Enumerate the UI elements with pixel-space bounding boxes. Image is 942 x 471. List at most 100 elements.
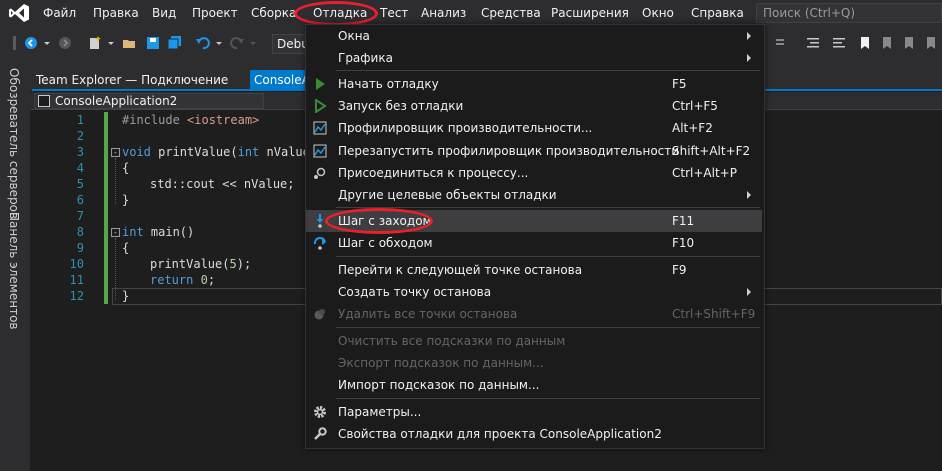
menu-item-label: Профилировщик производительности... xyxy=(338,121,593,135)
menu-item-attach-to-process[interactable]: Присоединиться к процессу... Ctrl+Alt+P xyxy=(306,162,762,184)
code-line-8: int main() xyxy=(122,224,194,240)
dropdown-arrow-icon[interactable] xyxy=(212,36,226,50)
collapse-icon[interactable]: - xyxy=(111,228,120,237)
menu-item-windows[interactable]: Окна xyxy=(306,25,762,47)
redo-icon[interactable] xyxy=(230,36,244,50)
menu-item-delete-all-breakpoints[interactable]: Удалить все точки останова Ctrl+Shift+F9 xyxy=(306,303,762,325)
code-line-1: #include <iostream> xyxy=(122,112,259,128)
menu-separator xyxy=(336,327,760,328)
code-token: ; xyxy=(207,273,216,287)
menu-project[interactable]: Проект xyxy=(192,6,238,20)
fold-guide xyxy=(115,238,116,300)
menu-item-new-breakpoint[interactable]: Создать точку останова xyxy=(306,281,762,303)
collapse-icon[interactable]: - xyxy=(111,148,120,157)
save-icon[interactable] xyxy=(146,36,160,50)
menu-build[interactable]: Сборка xyxy=(251,6,296,20)
line-number: 7 xyxy=(76,209,84,223)
grip-icon xyxy=(13,36,16,50)
bookmark-clear-icon[interactable] xyxy=(924,36,938,50)
submenu-arrow-icon xyxy=(747,191,751,199)
code-token: void xyxy=(122,145,151,159)
menu-item-relaunch-profiler[interactable]: Перезапустить профилировщик производител… xyxy=(306,140,762,162)
menu-help[interactable]: Справка xyxy=(691,6,744,20)
dropdown-arrow-icon[interactable] xyxy=(104,36,118,50)
toolbox-tab[interactable]: Панель элементов xyxy=(4,212,24,330)
undo-icon[interactable] xyxy=(196,36,210,50)
uncomment-icon[interactable] xyxy=(832,36,846,50)
profiler-icon xyxy=(313,121,327,135)
menu-item-step-over[interactable]: Шаг с обходом F10 xyxy=(306,232,762,254)
tab-console-application[interactable]: ConsoleAp xyxy=(250,70,310,90)
bookmark-next-icon[interactable] xyxy=(902,36,916,50)
menu-item-shortcut: F11 xyxy=(672,214,695,228)
line-number: 8 xyxy=(76,225,84,239)
menu-item-shortcut: F5 xyxy=(672,77,687,91)
play-icon xyxy=(316,78,325,90)
project-icon xyxy=(38,95,50,107)
menu-item-label: Экспорт подсказок по данным... xyxy=(338,356,544,370)
menu-item-shortcut: F10 xyxy=(672,236,695,250)
menu-item-label: Запуск без отладки xyxy=(338,99,464,113)
line-number: 2 xyxy=(76,129,84,143)
line-number: 9 xyxy=(76,241,84,255)
comment-icon[interactable] xyxy=(806,36,820,50)
menu-item-graphics[interactable]: Графика xyxy=(306,47,762,69)
menu-file[interactable]: Файл xyxy=(43,6,76,20)
menu-view[interactable]: Вид xyxy=(152,6,176,20)
server-explorer-tab[interactable]: Обозреватель серверов xyxy=(4,68,24,219)
menu-item-label: Создать точку останова xyxy=(338,285,492,299)
menu-item-import-datatips[interactable]: Импорт подсказок по данным... xyxy=(306,374,762,396)
solution-configuration-select[interactable]: Debu xyxy=(272,34,306,54)
code-line-6: } xyxy=(122,193,130,207)
code-line-4: { xyxy=(122,161,130,175)
menu-separator xyxy=(336,398,760,399)
menu-item-label: Шаг с обходом xyxy=(338,236,433,250)
menu-item-start-debugging[interactable]: Начать отладку F5 xyxy=(306,73,762,95)
menu-item-label: Удалить все точки останова xyxy=(338,307,518,321)
submenu-arrow-icon xyxy=(747,32,751,40)
menu-window[interactable]: Окно xyxy=(642,6,674,20)
bookmark-prev-icon[interactable] xyxy=(880,36,894,50)
dropdown-arrow-icon[interactable] xyxy=(246,36,260,50)
menu-item-go-to-next-breakpoint[interactable]: Перейти к следующей точке останова F9 xyxy=(306,259,762,281)
dropdown-arrow-icon[interactable] xyxy=(40,36,54,50)
step-into-highlight-circle xyxy=(325,208,433,234)
project-selector[interactable]: ConsoleApplication2 xyxy=(34,93,264,109)
code-token: int xyxy=(237,145,260,159)
menu-item-debug-properties[interactable]: Свойства отладки для проекта ConsoleAppl… xyxy=(306,423,762,445)
find-icon[interactable] xyxy=(775,36,789,50)
menu-extensions[interactable]: Расширения xyxy=(551,6,629,20)
menu-item-other-debug-targets[interactable]: Другие целевые объекты отладки xyxy=(306,184,762,206)
menu-tools[interactable]: Средства xyxy=(481,6,541,20)
new-project-icon[interactable] xyxy=(88,36,102,50)
open-file-icon[interactable] xyxy=(122,36,136,50)
menu-item-clear-all-datatips[interactable]: Очистить все подсказки по данным xyxy=(306,330,762,352)
line-number: 11 xyxy=(69,273,84,287)
attach-icon xyxy=(314,167,326,179)
profiler-restart-icon xyxy=(313,144,327,158)
tab-team-explorer[interactable]: Team Explorer — Подключение xyxy=(32,70,246,90)
menu-item-performance-profiler[interactable]: Профилировщик производительности... Alt+… xyxy=(306,117,762,139)
save-all-icon[interactable] xyxy=(168,36,182,50)
back-icon[interactable] xyxy=(24,36,38,50)
quick-search-input[interactable]: Поиск (Ctrl+Q) xyxy=(756,3,942,23)
visual-studio-logo-icon xyxy=(9,4,29,22)
bookmark-icon[interactable] xyxy=(858,36,872,50)
line-number: 4 xyxy=(76,161,84,175)
menu-item-export-datatips[interactable]: Экспорт подсказок по данным... xyxy=(306,352,762,374)
code-line-9: { xyxy=(122,241,130,255)
menu-test[interactable]: Тест xyxy=(380,6,408,20)
code-line-3: void printValue(int nValue xyxy=(122,144,310,160)
menu-item-options[interactable]: Параметры... xyxy=(306,401,762,423)
menu-item-start-without-debugging[interactable]: Запуск без отладки Ctrl+F5 xyxy=(306,95,762,117)
menu-analyze[interactable]: Анализ xyxy=(421,6,466,20)
saved-changes-indicator xyxy=(104,112,108,304)
menu-item-label: Присоединиться к процессу... xyxy=(338,166,529,180)
code-token: printValue( xyxy=(150,257,230,271)
menu-edit[interactable]: Правка xyxy=(93,6,139,20)
play-outline-icon xyxy=(315,99,327,113)
code-token: int xyxy=(122,225,144,239)
forward-icon[interactable] xyxy=(58,36,72,50)
code-token: return xyxy=(150,273,194,287)
line-number: 12 xyxy=(69,289,84,303)
